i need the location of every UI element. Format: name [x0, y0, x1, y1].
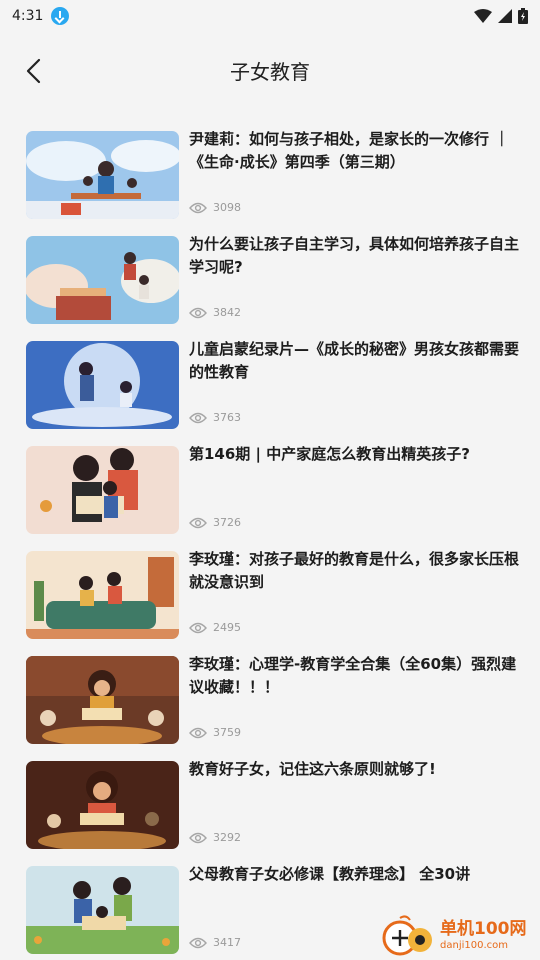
view-count-value: 2495: [213, 621, 241, 634]
view-count: 3759: [189, 726, 241, 739]
eye-icon: [189, 202, 207, 213]
eye-icon: [189, 412, 207, 423]
watermark-name: 单机100网: [440, 919, 527, 939]
view-count-value: 3098: [213, 201, 241, 214]
eye-icon: [189, 937, 207, 948]
page-title: 子女教育: [230, 59, 310, 84]
list-item[interactable]: 为什么要让孩子自主学习，具体如何培养孩子自主学习呢? 3842: [0, 233, 540, 338]
view-count-value: 3726: [213, 516, 241, 529]
list-item[interactable]: 儿童启蒙纪录片—《成长的秘密》男孩女孩都需要的性教育 3763: [0, 338, 540, 443]
view-count-value: 3763: [213, 411, 241, 424]
back-arrow-icon[interactable]: [18, 54, 52, 88]
status-icons: [474, 8, 528, 24]
article-thumbnail: [26, 236, 179, 324]
eye-icon: [189, 307, 207, 318]
view-count: 3842: [189, 306, 241, 319]
status-time: 4:31: [12, 8, 44, 24]
article-title[interactable]: 尹建莉：如何与孩子相处，是家长的一次修行 ｜《生命·成长》第四季（第三期）: [189, 128, 519, 174]
article-title[interactable]: 李玫瑾：心理学-教育学全合集（全60集）强烈建议收藏！！！: [189, 653, 519, 699]
eye-icon: [189, 517, 207, 528]
view-count-value: 3759: [213, 726, 241, 739]
eye-icon: [189, 832, 207, 843]
article-title[interactable]: 李玫瑾：对孩子最好的教育是什么，很多家长压根就没意识到: [189, 548, 519, 594]
article-thumbnail: [26, 656, 179, 744]
view-count: 3098: [189, 201, 241, 214]
status-bar: 4:31: [0, 0, 540, 32]
view-count-value: 3292: [213, 831, 241, 844]
view-count-value: 3417: [213, 936, 241, 949]
header: 子女教育: [0, 32, 540, 110]
article-thumbnail: [26, 551, 179, 639]
article-title[interactable]: 第146期 | 中产家庭怎么教育出精英孩子?: [189, 443, 519, 466]
view-count: 3292: [189, 831, 241, 844]
article-thumbnail: [26, 131, 179, 219]
article-list: 尹建莉：如何与孩子相处，是家长的一次修行 ｜《生命·成长》第四季（第三期） 30…: [0, 128, 540, 960]
watermark: 单机100网 danji100.com: [380, 912, 532, 960]
signal-icon: [498, 9, 512, 23]
article-title[interactable]: 儿童启蒙纪录片—《成长的秘密》男孩女孩都需要的性教育: [189, 338, 519, 384]
view-count: 3726: [189, 516, 241, 529]
watermark-logo: [382, 915, 432, 956]
download-icon: [51, 7, 70, 25]
eye-icon: [189, 727, 207, 738]
article-thumbnail: [26, 341, 179, 429]
list-item[interactable]: 教育好子女，记住这六条原则就够了! 3292: [0, 758, 540, 863]
view-count: 3763: [189, 411, 241, 424]
wifi-icon: [474, 9, 492, 23]
list-item[interactable]: 李玫瑾：心理学-教育学全合集（全60集）强烈建议收藏！！！ 3759: [0, 653, 540, 758]
article-thumbnail: [26, 446, 179, 534]
battery-icon: [518, 8, 528, 24]
article-title[interactable]: 父母教育子女必修课【教养理念】 全30讲: [189, 863, 519, 886]
list-item[interactable]: 尹建莉：如何与孩子相处，是家长的一次修行 ｜《生命·成长》第四季（第三期） 30…: [0, 128, 540, 233]
list-item[interactable]: 第146期 | 中产家庭怎么教育出精英孩子? 3726: [0, 443, 540, 548]
eye-icon: [189, 622, 207, 633]
article-thumbnail: [26, 761, 179, 849]
view-count: 2495: [189, 621, 241, 634]
view-count-value: 3842: [213, 306, 241, 319]
article-title[interactable]: 教育好子女，记住这六条原则就够了!: [189, 758, 519, 781]
watermark-url: danji100.com: [440, 940, 508, 951]
view-count: 3417: [189, 936, 241, 949]
article-title[interactable]: 为什么要让孩子自主学习，具体如何培养孩子自主学习呢?: [189, 233, 519, 279]
article-thumbnail: [26, 866, 179, 954]
list-item[interactable]: 李玫瑾：对孩子最好的教育是什么，很多家长压根就没意识到 2495: [0, 548, 540, 653]
